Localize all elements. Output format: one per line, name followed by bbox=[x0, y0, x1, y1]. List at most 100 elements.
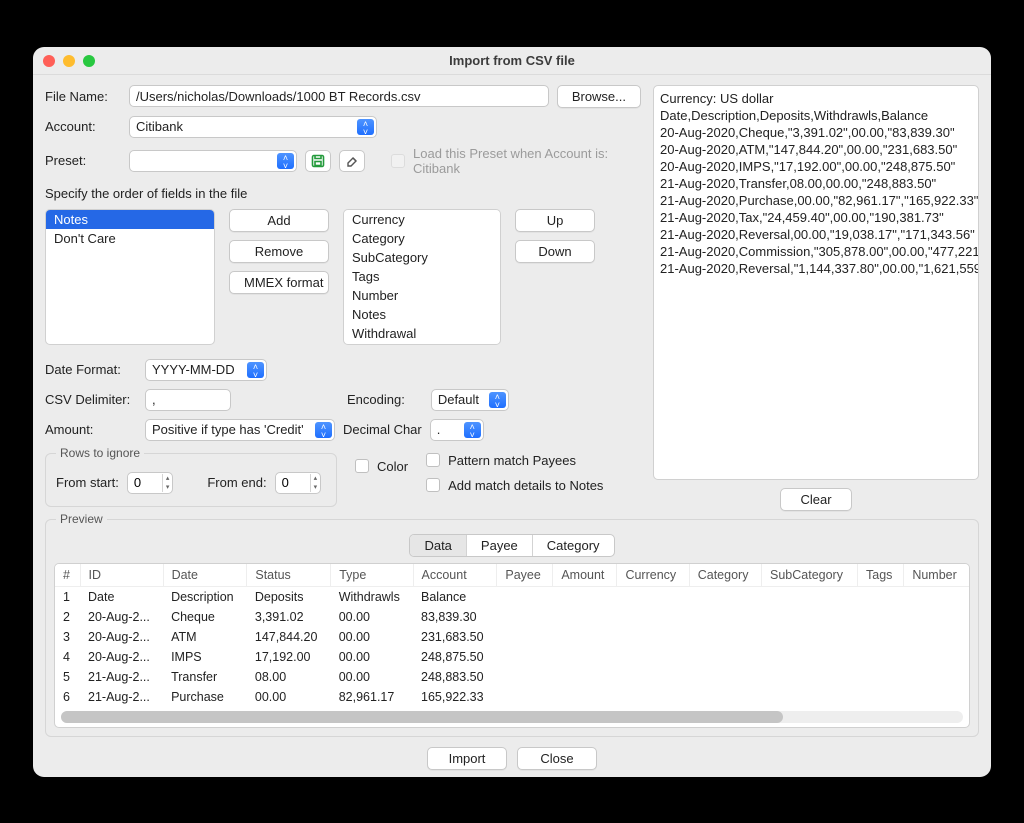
stepper-arrows-icon[interactable]: ▴▾ bbox=[162, 474, 173, 492]
preview-table[interactable]: #IDDateStatusTypeAccountPayeeAmountCurre… bbox=[54, 563, 970, 728]
close-button[interactable]: Close bbox=[517, 747, 597, 770]
horizontal-scrollbar[interactable] bbox=[61, 711, 963, 723]
raw-line: Date,Description,Deposits,Withdrawls,Bal… bbox=[660, 107, 972, 124]
column-header[interactable]: Number bbox=[904, 564, 969, 587]
date-format-label: Date Format: bbox=[45, 362, 137, 377]
column-header[interactable]: SubCategory bbox=[762, 564, 858, 587]
preview-group: Preview DataPayeeCategory #IDDateStatusT… bbox=[45, 519, 979, 737]
raw-line: 21-Aug-2020,Reversal,"1,144,337.80",00.0… bbox=[660, 260, 972, 277]
add-match-label: Add match details to Notes bbox=[448, 478, 603, 493]
preview-tabs[interactable]: DataPayeeCategory bbox=[409, 534, 614, 557]
from-start-label: From start: bbox=[56, 475, 119, 490]
specify-label: Specify the order of fields in the file bbox=[45, 186, 641, 201]
column-header[interactable]: Date bbox=[163, 564, 247, 587]
load-preset-label: Load this Preset when Account is: Citiba… bbox=[413, 146, 623, 176]
chevron-updown-icon: ˄˅ bbox=[279, 154, 292, 170]
column-header[interactable]: Payee bbox=[497, 564, 553, 587]
zoom-window-icon[interactable] bbox=[83, 55, 95, 67]
from-start-stepper[interactable]: ▴▾ bbox=[127, 472, 174, 494]
browse-button[interactable]: Browse... bbox=[557, 85, 641, 108]
color-label: Color bbox=[377, 459, 408, 474]
date-format-value: YYYY-MM-DD bbox=[152, 362, 235, 377]
column-header[interactable]: Account bbox=[413, 564, 497, 587]
pattern-payees-label: Pattern match Payees bbox=[448, 453, 576, 468]
preview-caption: Preview bbox=[56, 512, 107, 526]
add-match-checkbox[interactable] bbox=[426, 478, 440, 492]
raw-line: 20-Aug-2020,IMPS,"17,192.00",00.00,"248,… bbox=[660, 158, 972, 175]
from-start-input[interactable] bbox=[128, 475, 162, 490]
save-preset-icon[interactable] bbox=[305, 150, 331, 172]
from-end-input[interactable] bbox=[276, 475, 310, 490]
raw-line: 21-Aug-2020,Reversal,00.00,"19,038.17","… bbox=[660, 226, 972, 243]
from-end-label: From end: bbox=[207, 475, 266, 490]
table-row[interactable]: 1DateDescriptionDepositsWithdrawlsBalanc… bbox=[55, 586, 969, 607]
raw-line: 20-Aug-2020,Cheque,"3,391.02",00.00,"83,… bbox=[660, 124, 972, 141]
amount-select[interactable]: Positive if type has 'Credit' ˄˅ bbox=[145, 419, 335, 441]
add-button[interactable]: Add bbox=[229, 209, 329, 232]
color-checkbox[interactable] bbox=[355, 459, 369, 473]
table-row[interactable]: 220-Aug-2...Cheque3,391.0200.0083,839.30 bbox=[55, 607, 969, 627]
raw-file-panel: Currency: US dollarDate,Description,Depo… bbox=[653, 85, 979, 480]
minimize-window-icon[interactable] bbox=[63, 55, 75, 67]
amount-label: Amount: bbox=[45, 422, 137, 437]
stepper-arrows-icon[interactable]: ▴▾ bbox=[310, 474, 321, 492]
mmex-format-button[interactable]: MMEX format bbox=[229, 271, 329, 294]
list-item[interactable]: Deposit bbox=[344, 343, 500, 345]
tab-category[interactable]: Category bbox=[533, 535, 614, 556]
raw-line: 21-Aug-2020,Tax,"24,459.40",00.00,"190,3… bbox=[660, 209, 972, 226]
account-select[interactable]: Citibank ˄˅ bbox=[129, 116, 377, 138]
preset-select[interactable]: ˄˅ bbox=[129, 150, 297, 172]
decimal-value: . bbox=[437, 422, 441, 437]
pattern-payees-checkbox[interactable] bbox=[426, 453, 440, 467]
column-header[interactable]: Amount bbox=[553, 564, 617, 587]
delimiter-input[interactable] bbox=[145, 389, 231, 411]
column-header[interactable]: Category bbox=[689, 564, 761, 587]
import-button[interactable]: Import bbox=[427, 747, 507, 770]
erase-preset-icon[interactable] bbox=[339, 150, 365, 172]
list-item[interactable]: Withdrawal bbox=[344, 324, 500, 343]
down-button[interactable]: Down bbox=[515, 240, 595, 263]
column-header[interactable]: Tags bbox=[858, 564, 904, 587]
date-format-select[interactable]: YYYY-MM-DD ˄˅ bbox=[145, 359, 267, 381]
account-label: Account: bbox=[45, 119, 121, 134]
decimal-select[interactable]: . ˄˅ bbox=[430, 419, 484, 441]
decimal-label: Decimal Char bbox=[343, 422, 422, 437]
up-button[interactable]: Up bbox=[515, 209, 595, 232]
chevron-updown-icon: ˄˅ bbox=[359, 120, 372, 136]
list-item[interactable]: Notes bbox=[46, 210, 214, 229]
column-header[interactable]: ID bbox=[80, 564, 163, 587]
selected-fields-list[interactable]: NotesDon't Care bbox=[45, 209, 215, 345]
raw-line: 21-Aug-2020,Transfer,08.00,00.00,"248,88… bbox=[660, 175, 972, 192]
tab-data[interactable]: Data bbox=[410, 535, 466, 556]
close-window-icon[interactable] bbox=[43, 55, 55, 67]
table-row[interactable]: 320-Aug-2...ATM147,844.2000.00231,683.50 bbox=[55, 627, 969, 647]
table-row[interactable]: 521-Aug-2...Transfer08.0000.00248,883.50 bbox=[55, 667, 969, 687]
remove-button[interactable]: Remove bbox=[229, 240, 329, 263]
list-item[interactable]: Tags bbox=[344, 267, 500, 286]
list-item[interactable]: Number bbox=[344, 286, 500, 305]
dialog-import-csv: Import from CSV file File Name: Browse..… bbox=[33, 47, 991, 777]
raw-line: 21-Aug-2020,Purchase,00.00,"82,961.17","… bbox=[660, 192, 972, 209]
chevron-updown-icon: ˄˅ bbox=[249, 363, 262, 379]
column-header[interactable]: Type bbox=[331, 564, 413, 587]
available-fields-list[interactable]: CurrencyCategorySubCategoryTagsNumberNot… bbox=[343, 209, 501, 345]
list-item[interactable]: Category bbox=[344, 229, 500, 248]
from-end-stepper[interactable]: ▴▾ bbox=[275, 472, 322, 494]
clear-button[interactable]: Clear bbox=[780, 488, 852, 511]
list-item[interactable]: Notes bbox=[344, 305, 500, 324]
list-item[interactable]: Currency bbox=[344, 210, 500, 229]
file-name-input[interactable] bbox=[129, 85, 549, 107]
table-row[interactable]: 621-Aug-2...Purchase00.0082,961.17165,92… bbox=[55, 687, 969, 707]
column-header[interactable]: # bbox=[55, 564, 80, 587]
encoding-select[interactable]: Default ˄˅ bbox=[431, 389, 509, 411]
list-item[interactable]: SubCategory bbox=[344, 248, 500, 267]
list-item[interactable]: Don't Care bbox=[46, 229, 214, 248]
preset-label: Preset: bbox=[45, 153, 121, 168]
column-header[interactable]: Currency bbox=[617, 564, 689, 587]
tab-payee[interactable]: Payee bbox=[467, 535, 533, 556]
table-row[interactable]: 420-Aug-2...IMPS17,192.0000.00248,875.50 bbox=[55, 647, 969, 667]
encoding-value: Default bbox=[438, 392, 479, 407]
titlebar: Import from CSV file bbox=[33, 47, 991, 75]
column-header[interactable]: Status bbox=[247, 564, 331, 587]
chevron-updown-icon: ˄˅ bbox=[466, 423, 479, 439]
